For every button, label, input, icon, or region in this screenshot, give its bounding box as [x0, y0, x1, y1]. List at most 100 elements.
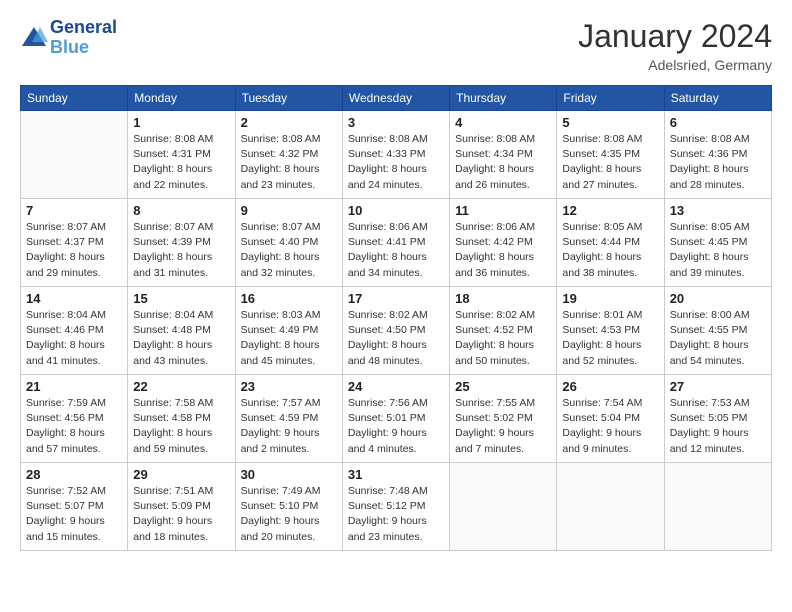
day-info: Sunrise: 7:53 AMSunset: 5:05 PMDaylight:…	[670, 396, 766, 457]
day-info: Sunrise: 8:08 AMSunset: 4:36 PMDaylight:…	[670, 132, 766, 193]
day-info: Sunrise: 8:07 AMSunset: 4:39 PMDaylight:…	[133, 220, 229, 281]
day-number: 20	[670, 291, 766, 306]
calendar: Sunday Monday Tuesday Wednesday Thursday…	[20, 85, 772, 551]
logo-icon	[20, 24, 48, 52]
calendar-cell: 24 Sunrise: 7:56 AMSunset: 5:01 PMDayligh…	[342, 375, 449, 463]
day-info: Sunrise: 8:03 AMSunset: 4:49 PMDaylight:…	[241, 308, 337, 369]
day-number: 22	[133, 379, 229, 394]
calendar-week-row: 21Sunrise: 7:59 AMSunset: 4:56 PMDayligh…	[21, 375, 772, 463]
day-number: 17	[348, 291, 444, 306]
day-info: Sunrise: 8:02 AMSunset: 4:52 PMDaylight:…	[455, 308, 551, 369]
calendar-cell: 21Sunrise: 7:59 AMSunset: 4:56 PMDayligh…	[21, 375, 128, 463]
day-number: 5	[562, 115, 658, 130]
logo-text-line1: General	[50, 18, 117, 38]
day-info: Sunrise: 7:54 AMSunset: 5:04 PMDaylight:…	[562, 396, 658, 457]
calendar-cell: 7 Sunrise: 8:07 AMSunset: 4:37 PMDaylight…	[21, 199, 128, 287]
calendar-cell: 18 Sunrise: 8:02 AMSunset: 4:52 PMDayligh…	[450, 287, 557, 375]
day-number: 16	[241, 291, 337, 306]
col-saturday: Saturday	[664, 86, 771, 111]
calendar-cell: 28Sunrise: 7:52 AMSunset: 5:07 PMDayligh…	[21, 463, 128, 551]
day-number: 14	[26, 291, 122, 306]
day-number: 9	[241, 203, 337, 218]
day-number: 25	[455, 379, 551, 394]
calendar-cell: 5Sunrise: 8:08 AMSunset: 4:35 PMDaylight…	[557, 111, 664, 199]
calendar-cell: 20Sunrise: 8:00 AMSunset: 4:55 PMDayligh…	[664, 287, 771, 375]
day-number: 10	[348, 203, 444, 218]
calendar-week-row: 7 Sunrise: 8:07 AMSunset: 4:37 PMDaylight…	[21, 199, 772, 287]
day-info: Sunrise: 8:04 AMSunset: 4:48 PMDaylight:…	[133, 308, 229, 369]
day-number: 7	[26, 203, 122, 218]
calendar-cell: 22 Sunrise: 7:58 AMSunset: 4:58 PMDayligh…	[128, 375, 235, 463]
day-number: 26	[562, 379, 658, 394]
calendar-cell: 15 Sunrise: 8:04 AMSunset: 4:48 PMDayligh…	[128, 287, 235, 375]
calendar-cell	[664, 463, 771, 551]
day-info: Sunrise: 7:56 AMSunset: 5:01 PMDaylight:…	[348, 396, 444, 457]
day-info: Sunrise: 8:04 AMSunset: 4:46 PMDaylight:…	[26, 308, 122, 369]
calendar-cell: 17 Sunrise: 8:02 AMSunset: 4:50 PMDayligh…	[342, 287, 449, 375]
calendar-cell: 12 Sunrise: 8:05 AMSunset: 4:44 PMDayligh…	[557, 199, 664, 287]
location: Adelsried, Germany	[578, 57, 772, 73]
day-info: Sunrise: 8:06 AMSunset: 4:41 PMDaylight:…	[348, 220, 444, 281]
day-number: 21	[26, 379, 122, 394]
day-info: Sunrise: 8:07 AMSunset: 4:37 PMDaylight:…	[26, 220, 122, 281]
day-info: Sunrise: 7:48 AMSunset: 5:12 PMDaylight:…	[348, 484, 444, 545]
calendar-cell: 3 Sunrise: 8:08 AMSunset: 4:33 PMDaylight…	[342, 111, 449, 199]
calendar-cell: 31 Sunrise: 7:48 AMSunset: 5:12 PMDayligh…	[342, 463, 449, 551]
page: General Blue January 2024 Adelsried, Ger…	[0, 0, 792, 612]
calendar-cell	[21, 111, 128, 199]
day-number: 19	[562, 291, 658, 306]
col-wednesday: Wednesday	[342, 86, 449, 111]
calendar-cell: 13Sunrise: 8:05 AMSunset: 4:45 PMDayligh…	[664, 199, 771, 287]
day-number: 2	[241, 115, 337, 130]
calendar-cell: 6 Sunrise: 8:08 AMSunset: 4:36 PMDaylight…	[664, 111, 771, 199]
calendar-header-row: Sunday Monday Tuesday Wednesday Thursday…	[21, 86, 772, 111]
day-number: 1	[133, 115, 229, 130]
day-info: Sunrise: 8:08 AMSunset: 4:31 PMDaylight:…	[133, 132, 229, 193]
calendar-cell: 19 Sunrise: 8:01 AMSunset: 4:53 PMDayligh…	[557, 287, 664, 375]
day-info: Sunrise: 8:06 AMSunset: 4:42 PMDaylight:…	[455, 220, 551, 281]
day-info: Sunrise: 8:02 AMSunset: 4:50 PMDaylight:…	[348, 308, 444, 369]
day-number: 18	[455, 291, 551, 306]
calendar-week-row: 1 Sunrise: 8:08 AMSunset: 4:31 PMDaylight…	[21, 111, 772, 199]
month-title: January 2024	[578, 18, 772, 55]
calendar-cell: 30Sunrise: 7:49 AMSunset: 5:10 PMDayligh…	[235, 463, 342, 551]
day-number: 24	[348, 379, 444, 394]
day-number: 15	[133, 291, 229, 306]
calendar-cell: 14 Sunrise: 8:04 AMSunset: 4:46 PMDayligh…	[21, 287, 128, 375]
day-number: 4	[455, 115, 551, 130]
day-number: 31	[348, 467, 444, 482]
day-number: 3	[348, 115, 444, 130]
day-number: 23	[241, 379, 337, 394]
day-info: Sunrise: 7:49 AMSunset: 5:10 PMDaylight:…	[241, 484, 337, 545]
calendar-cell: 10 Sunrise: 8:06 AMSunset: 4:41 PMDayligh…	[342, 199, 449, 287]
calendar-cell: 9 Sunrise: 8:07 AMSunset: 4:40 PMDaylight…	[235, 199, 342, 287]
calendar-cell: 26 Sunrise: 7:54 AMSunset: 5:04 PMDayligh…	[557, 375, 664, 463]
day-number: 12	[562, 203, 658, 218]
day-info: Sunrise: 8:05 AMSunset: 4:45 PMDaylight:…	[670, 220, 766, 281]
day-info: Sunrise: 7:55 AMSunset: 5:02 PMDaylight:…	[455, 396, 551, 457]
day-number: 29	[133, 467, 229, 482]
calendar-cell: 27Sunrise: 7:53 AMSunset: 5:05 PMDayligh…	[664, 375, 771, 463]
day-info: Sunrise: 8:08 AMSunset: 4:32 PMDaylight:…	[241, 132, 337, 193]
col-tuesday: Tuesday	[235, 86, 342, 111]
day-info: Sunrise: 8:08 AMSunset: 4:34 PMDaylight:…	[455, 132, 551, 193]
day-info: Sunrise: 8:07 AMSunset: 4:40 PMDaylight:…	[241, 220, 337, 281]
day-info: Sunrise: 8:08 AMSunset: 4:33 PMDaylight:…	[348, 132, 444, 193]
col-friday: Friday	[557, 86, 664, 111]
day-number: 6	[670, 115, 766, 130]
col-thursday: Thursday	[450, 86, 557, 111]
calendar-cell: 25 Sunrise: 7:55 AMSunset: 5:02 PMDayligh…	[450, 375, 557, 463]
calendar-cell: 23Sunrise: 7:57 AMSunset: 4:59 PMDayligh…	[235, 375, 342, 463]
calendar-cell	[450, 463, 557, 551]
header: General Blue January 2024 Adelsried, Ger…	[20, 18, 772, 73]
calendar-cell	[557, 463, 664, 551]
title-area: January 2024 Adelsried, Germany	[578, 18, 772, 73]
calendar-cell: 11Sunrise: 8:06 AMSunset: 4:42 PMDayligh…	[450, 199, 557, 287]
day-info: Sunrise: 7:58 AMSunset: 4:58 PMDaylight:…	[133, 396, 229, 457]
day-info: Sunrise: 8:01 AMSunset: 4:53 PMDaylight:…	[562, 308, 658, 369]
day-info: Sunrise: 7:52 AMSunset: 5:07 PMDaylight:…	[26, 484, 122, 545]
calendar-cell: 1 Sunrise: 8:08 AMSunset: 4:31 PMDaylight…	[128, 111, 235, 199]
calendar-week-row: 28Sunrise: 7:52 AMSunset: 5:07 PMDayligh…	[21, 463, 772, 551]
day-info: Sunrise: 7:51 AMSunset: 5:09 PMDaylight:…	[133, 484, 229, 545]
day-info: Sunrise: 8:05 AMSunset: 4:44 PMDaylight:…	[562, 220, 658, 281]
